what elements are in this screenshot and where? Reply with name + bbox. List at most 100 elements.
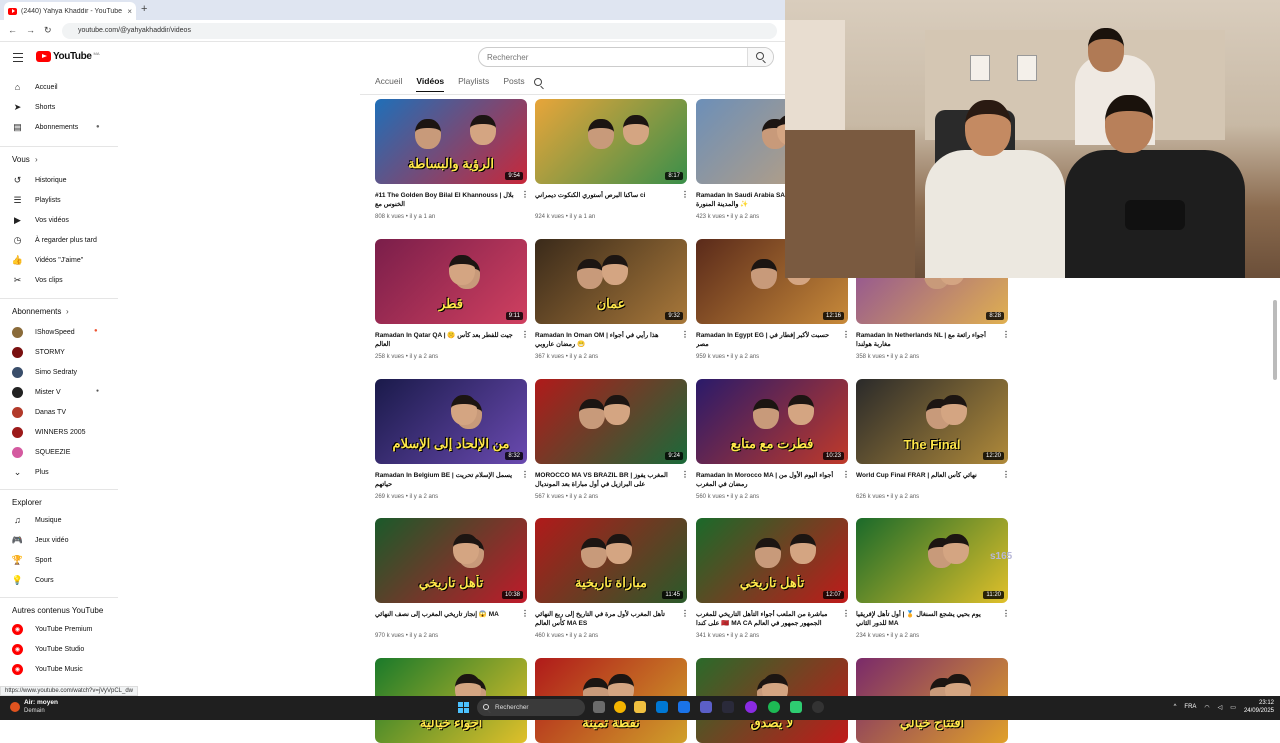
channel-tab-2[interactable]: Playlists [458,76,489,92]
channel-tab-1[interactable]: Vidéos [416,76,445,92]
mail-icon[interactable] [656,701,668,713]
other-0[interactable]: ◉ YouTube Premium [12,622,92,636]
spotify-icon[interactable] [768,701,780,713]
stream-app-icon[interactable] [745,701,757,713]
video-thumbnail[interactable]: 11:20 [856,518,1008,603]
video-title[interactable]: ساكنا البرص أستوري الكنكوت ديمراني ci [535,191,675,200]
video-thumbnail[interactable]: 8:17 [535,99,687,184]
chrome-icon[interactable] [614,701,626,713]
more-vert-icon[interactable]: ⋮ [521,470,529,479]
url-field[interactable]: youtube.com/@yahyakhaddir/videos [62,23,777,39]
video-thumbnail[interactable]: عمان 9:32 [535,239,687,324]
sidebar-more[interactable]: ⌄ Plus [12,465,49,479]
subscription-6[interactable]: SQUEEZIE [12,445,70,459]
weather-widget[interactable]: Air: moyen Demain [10,699,58,715]
page-scrollbar[interactable] [1272,280,1278,695]
video-thumbnail[interactable]: الرؤية والبساطة 9:54 [375,99,527,184]
sidebar-you-1[interactable]: ☰ Playlists [12,193,60,207]
more-vert-icon[interactable]: ⋮ [842,470,850,479]
video-thumbnail[interactable]: قطر 9:11 [375,239,527,324]
windows-start-icon[interactable] [458,702,469,713]
sidebar-you-0[interactable]: ↺ Historique [12,173,67,187]
tray-chevron-icon[interactable]: ^ [1174,704,1177,710]
video-title[interactable]: Ramadan In Oman OM | هذا رأيي في أجواء ر… [535,331,675,349]
wifi-icon[interactable]: ◠ [1204,704,1209,711]
more-vert-icon[interactable]: ⋮ [521,330,529,339]
file-explorer-icon[interactable] [634,701,646,713]
sidebar-item-1[interactable]: ➤ Shorts [12,100,56,114]
other-2[interactable]: ◉ YouTube Music [12,662,83,676]
more-vert-icon[interactable]: ⋮ [521,190,529,199]
sidebar-you-3[interactable]: ◷ À regarder plus tard [12,233,97,247]
tray-lang[interactable]: FRA [1184,704,1196,710]
video-thumbnail[interactable]: The Final 12:20 [856,379,1008,464]
video-thumbnail[interactable]: مباراة تاريخية 11:45 [535,518,687,603]
video-title[interactable]: Ramadan In Qatar QA | 🤫 جيت للفطر بعد كأ… [375,331,515,349]
video-title[interactable]: Ramadan In Belgium BE | يسمل الإسلام تحر… [375,471,515,489]
battery-icon[interactable]: ▭ [1230,704,1236,711]
more-vert-icon[interactable]: ⋮ [1002,330,1010,339]
search-input[interactable] [479,48,747,66]
sidebar-item-2[interactable]: ▤ Abonnements [12,120,78,134]
subscription-2[interactable]: Simo Sedraty [12,365,77,379]
video-title[interactable]: مباشرة من الملعب أجواء التأهل التاريخي ل… [696,610,836,628]
more-vert-icon[interactable]: ⋮ [681,190,689,199]
subscriptions-section-title[interactable]: Abonnements [12,307,61,316]
channel-tab-3[interactable]: Posts [503,76,524,92]
video-title[interactable]: MOROCCO MA VS BRAZIL BR | المغرب يفوز عل… [535,471,675,489]
menu-icon[interactable] [13,53,23,65]
task-view-icon[interactable] [593,701,605,713]
video-thumbnail[interactable]: 9:24 [535,379,687,464]
more-vert-icon[interactable]: ⋮ [521,609,529,618]
teams-icon[interactable] [700,701,712,713]
explore-2[interactable]: 🏆 Sport [12,553,52,567]
more-vert-icon[interactable]: ⋮ [681,609,689,618]
sidebar-item-0[interactable]: ⌂ Accueil [12,80,58,94]
volume-icon[interactable]: ◁ [1218,704,1223,711]
video-title[interactable]: إنجاز تاريخي المغرب إلى نصف النهائي 😱 MA [375,610,515,619]
search-button[interactable] [747,48,773,66]
video-title[interactable]: Ramadan In Netherlands NL | أجواء رائعة … [856,331,996,349]
explore-3[interactable]: 💡 Cours [12,573,54,587]
channel-tab-0[interactable]: Accueil [375,76,402,92]
subscription-0[interactable]: IShowSpeed [12,325,75,339]
forward-icon[interactable]: → [26,25,35,35]
sidebar-you-4[interactable]: 👍 Vidéos "J'aime" [12,253,83,267]
more-vert-icon[interactable]: ⋮ [681,330,689,339]
video-thumbnail[interactable]: من الإلحاد إلى الإسلام 8:32 [375,379,527,464]
more-vert-icon[interactable]: ⋮ [842,330,850,339]
video-title[interactable]: Ramadan In Morocco MA | أجواء اليوم الأو… [696,471,836,489]
more-vert-icon[interactable]: ⋮ [842,609,850,618]
app-icon[interactable] [722,701,734,713]
browser-tab[interactable]: (2440) Yahya Khaddir - YouTube × [4,2,136,20]
video-title[interactable]: Ramadan In Egypt EG | حسبت لأكبر إفطار ف… [696,331,836,349]
more-vert-icon[interactable]: ⋮ [1002,609,1010,618]
outlook-icon[interactable] [678,701,690,713]
clock[interactable]: 23:12 24/09/2025 [1244,699,1274,715]
taskbar-search[interactable]: Rechercher [477,699,585,716]
more-vert-icon[interactable]: ⋮ [681,470,689,479]
explore-1[interactable]: 🎮 Jeux vidéo [12,533,69,547]
other-1[interactable]: ◉ YouTube Studio [12,642,84,656]
more-vert-icon[interactable]: ⋮ [1002,470,1010,479]
sidebar-you-2[interactable]: ▶ Vos vidéos [12,213,69,227]
you-section-title[interactable]: Vous [12,155,30,164]
sidebar-you-5[interactable]: ✂ Vos clips [12,273,63,287]
tab-close-icon[interactable]: × [127,7,132,16]
subscription-3[interactable]: Mister V [12,385,61,399]
reload-icon[interactable]: ↻ [44,25,52,36]
new-tab-button[interactable]: + [141,3,147,15]
app2-icon[interactable] [790,701,802,713]
video-thumbnail[interactable]: تأهل تاريخي 10:38 [375,518,527,603]
explore-0[interactable]: ♫ Musique [12,513,61,527]
subscription-4[interactable]: Danas TV [12,405,66,419]
video-thumbnail[interactable]: تأهل تاريخي 12:07 [696,518,848,603]
subscription-1[interactable]: STORMY [12,345,65,359]
youtube-logo[interactable]: YouTube MA [36,51,100,62]
video-title[interactable]: يوم بحيي يشجع السنغال 🏅 | أول تأهل لإفري… [856,610,996,628]
video-title[interactable]: World Cup Final FRAR | نهائي كأس العالم [856,471,996,480]
app3-icon[interactable] [812,701,824,713]
subscription-5[interactable]: WINNERS 2005 [12,425,86,439]
video-title[interactable]: تأهل المغرب لأول مرة في التاريخ إلى ربع … [535,610,675,628]
video-title[interactable]: #11 The Golden Boy Bilal El Khannouss | … [375,191,515,209]
